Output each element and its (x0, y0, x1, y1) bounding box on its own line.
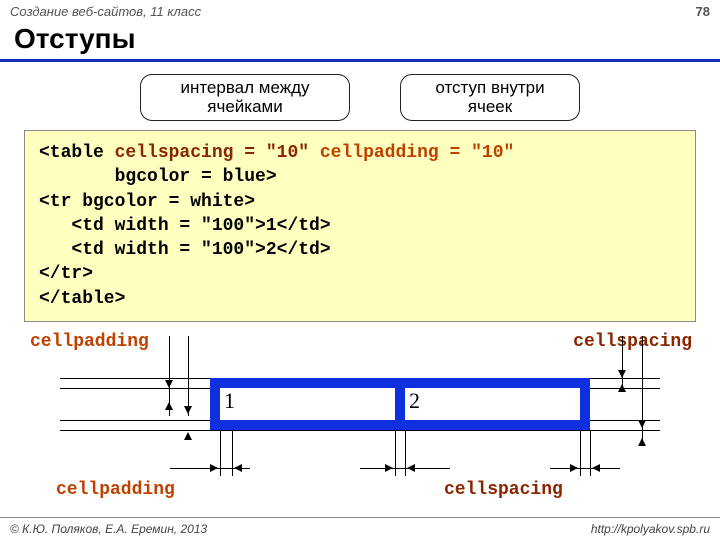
title-rule (0, 59, 720, 62)
cell-2: 2 (405, 388, 580, 420)
callout-cellspacing: интервал междуячейками (140, 74, 350, 121)
label-cellspacing-bottom: cellspacing (444, 480, 563, 500)
copyright: © К.Ю. Поляков, Е.А. Еремин, 2013 (10, 522, 207, 536)
label-cellpadding-bottom: cellpadding (56, 480, 175, 500)
breadcrumb: Создание веб-сайтов, 11 класс (10, 4, 201, 19)
code-example: <table cellspacing = "10" cellpadding = … (24, 130, 696, 322)
callout-cellpadding: отступ внутриячеек (400, 74, 580, 121)
label-cellspacing-top: cellspacing (573, 332, 692, 352)
table-outer: 1 2 (210, 378, 590, 430)
footer-url: http://kpolyakov.spb.ru (591, 522, 710, 536)
table-diagram: 1 2 (60, 360, 660, 480)
label-cellpadding-top: cellpadding (30, 332, 149, 352)
page-title: Отступы (0, 21, 720, 59)
page-number: 78 (696, 4, 710, 19)
cell-1: 1 (220, 388, 395, 420)
